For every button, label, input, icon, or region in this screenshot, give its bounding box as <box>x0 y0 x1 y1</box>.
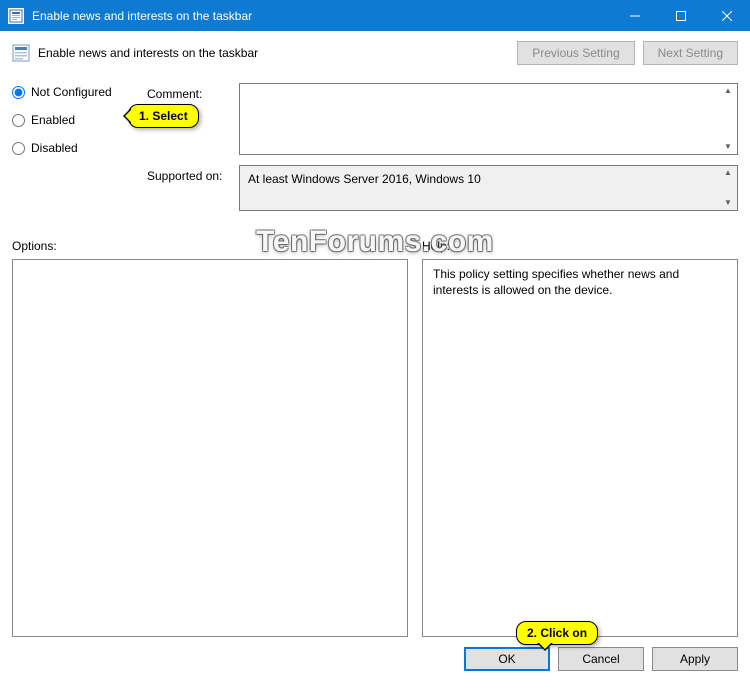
comment-textbox[interactable]: ▲▼ <box>239 83 738 155</box>
cancel-label: Cancel <box>582 652 619 666</box>
ok-label: OK <box>498 652 515 666</box>
radio-disabled[interactable]: Disabled <box>12 141 147 155</box>
apply-button[interactable]: Apply <box>652 647 738 671</box>
window-title: Enable news and interests on the taskbar <box>32 9 612 23</box>
supported-value: At least Windows Server 2016, Windows 10 <box>248 172 481 186</box>
scroll-down-icon: ▼ <box>721 143 735 151</box>
options-panel <box>12 259 408 637</box>
close-button[interactable] <box>704 0 750 31</box>
radio-enabled-label: Enabled <box>31 113 75 127</box>
radio-not-configured[interactable]: Not Configured <box>12 85 147 99</box>
radio-disabled-input[interactable] <box>12 142 25 155</box>
header-row: Enable news and interests on the taskbar… <box>12 41 738 65</box>
window-controls <box>612 0 750 31</box>
fields-column: Comment: ▲▼ Supported on: At least Windo… <box>147 83 738 221</box>
supported-label: Supported on: <box>147 165 239 211</box>
options-label: Options: <box>12 239 408 253</box>
supported-textbox: At least Windows Server 2016, Windows 10… <box>239 165 738 211</box>
client-area: Enable news and interests on the taskbar… <box>0 31 750 683</box>
scroll-up-icon: ▲ <box>721 169 735 177</box>
config-row: Not Configured Enabled Disabled Comment:… <box>12 83 738 221</box>
next-setting-button[interactable]: Next Setting <box>643 41 738 65</box>
help-panel: This policy setting specifies whether ne… <box>422 259 738 637</box>
titlebar: Enable news and interests on the taskbar <box>0 0 750 31</box>
page-title: Enable news and interests on the taskbar <box>38 46 258 60</box>
app-icon <box>8 8 24 24</box>
cancel-button[interactable]: Cancel <box>558 647 644 671</box>
previous-setting-label: Previous Setting <box>532 46 619 60</box>
previous-setting-button[interactable]: Previous Setting <box>517 41 634 65</box>
sections-row: Options: Help: This policy setting speci… <box>12 239 738 637</box>
scroll-down-icon: ▼ <box>721 199 735 207</box>
policy-icon <box>12 44 30 62</box>
help-text: This policy setting specifies whether ne… <box>433 267 679 297</box>
minimize-button[interactable] <box>612 0 658 31</box>
maximize-button[interactable] <box>658 0 704 31</box>
help-label: Help: <box>422 239 738 253</box>
radio-not-configured-label: Not Configured <box>31 85 112 99</box>
dialog-buttons: OK Cancel Apply <box>12 647 738 671</box>
radio-not-configured-input[interactable] <box>12 86 25 99</box>
options-column: Options: <box>12 239 408 637</box>
help-column: Help: This policy setting specifies whet… <box>422 239 738 637</box>
supported-scrollbar[interactable]: ▲▼ <box>721 166 735 210</box>
comment-scrollbar[interactable]: ▲▼ <box>721 84 735 154</box>
callout-select: 1. Select <box>128 104 199 128</box>
next-setting-label: Next Setting <box>658 46 723 60</box>
radio-enabled-input[interactable] <box>12 114 25 127</box>
scroll-up-icon: ▲ <box>721 87 735 95</box>
apply-label: Apply <box>680 652 710 666</box>
callout-click-on: 2. Click on <box>516 621 598 645</box>
radio-group: Not Configured Enabled Disabled <box>12 83 147 221</box>
radio-disabled-label: Disabled <box>31 141 78 155</box>
